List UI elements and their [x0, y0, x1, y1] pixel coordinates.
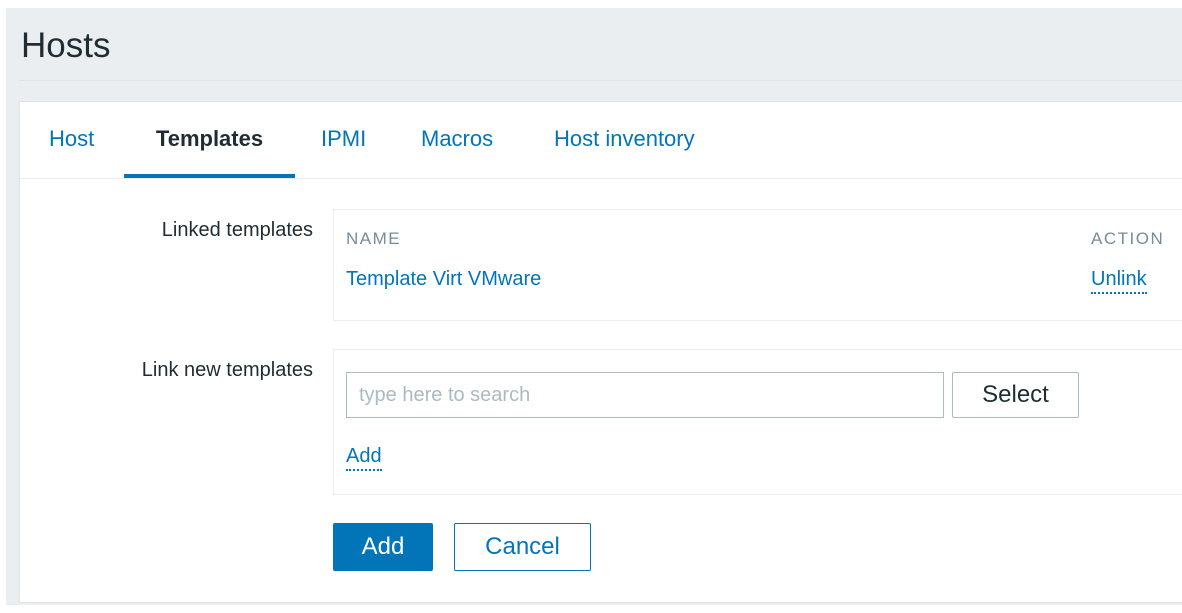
tab-host-inventory[interactable]: Host inventory — [554, 102, 695, 178]
column-header-name: NAME — [346, 229, 402, 248]
page-header: Hosts — [19, 8, 1182, 81]
column-header-action: ACTION — [1091, 229, 1165, 248]
link-new-templates-label: Link new templates — [141, 359, 313, 381]
host-form: Host Templates IPMI Macros Host inventor… — [19, 101, 1182, 603]
linked-templates-label: Linked templates — [161, 219, 313, 241]
link-new-templates-box: Select Add — [333, 349, 1182, 495]
tab-macros[interactable]: Macros — [421, 102, 493, 178]
page-title: Hosts — [21, 26, 111, 65]
add-button[interactable]: Add — [333, 523, 433, 571]
template-search-input[interactable] — [346, 372, 944, 418]
tab-bar: Host Templates IPMI Macros Host inventor… — [20, 102, 1182, 179]
tab-host[interactable]: Host — [49, 102, 94, 178]
add-template-link[interactable]: Add — [346, 445, 382, 471]
select-button[interactable]: Select — [952, 372, 1079, 418]
cancel-button[interactable]: Cancel — [454, 523, 591, 571]
unlink-link[interactable]: Unlink — [1091, 268, 1147, 294]
linked-templates-table: NAME ACTION Template Virt VMware Unlink — [333, 209, 1182, 321]
template-link[interactable]: Template Virt VMware — [346, 268, 541, 291]
tab-templates[interactable]: Templates — [124, 102, 295, 178]
page: Hosts Host Templates IPMI Macros Host in… — [0, 0, 1182, 613]
tab-ipmi[interactable]: IPMI — [321, 102, 366, 178]
